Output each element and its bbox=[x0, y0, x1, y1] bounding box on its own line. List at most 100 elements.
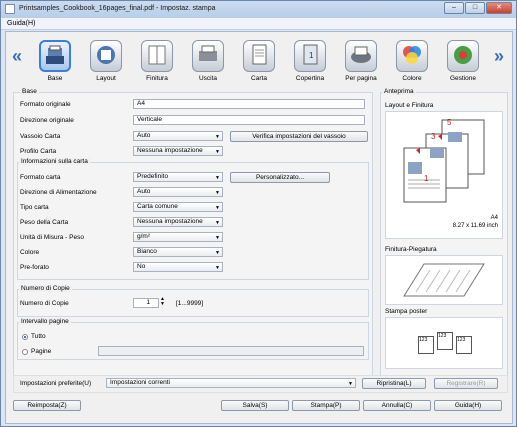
scroll-right-arrow[interactable]: » bbox=[494, 46, 504, 67]
copertina-icon: 1 bbox=[294, 40, 326, 72]
ripristina-button[interactable]: Ripristina(L) bbox=[362, 378, 426, 389]
pagine-field[interactable] bbox=[98, 346, 364, 356]
profilo-carta-select[interactable]: Nessuna impostazione ▼ bbox=[133, 146, 223, 156]
colore-select[interactable]: Bianco ▼ bbox=[133, 247, 223, 257]
direzione-alimentazione-select[interactable]: Auto ▼ bbox=[133, 187, 223, 197]
finitura-piegatura-title: Finitura-Piegatura bbox=[385, 246, 437, 253]
vassoio-carta-select[interactable]: Auto ▼ bbox=[133, 131, 223, 141]
direzione-alimentazione-value: Auto bbox=[137, 188, 151, 195]
tab-gestione[interactable]: Gestione bbox=[441, 38, 485, 86]
paper-dimensions: 8.27 x 11.69 inch bbox=[452, 223, 498, 229]
numero-copie-field[interactable]: 1 bbox=[133, 298, 159, 308]
numero-copie-label: Numero di Copie bbox=[20, 300, 69, 307]
unita-misura-select[interactable]: g/m² ▼ bbox=[133, 232, 223, 242]
paper-size: A4 bbox=[490, 215, 498, 221]
formato-carta-value: Predefinito bbox=[137, 173, 169, 180]
app-icon bbox=[5, 4, 15, 14]
tab-gestione-label: Gestione bbox=[449, 75, 477, 82]
peso-carta-select[interactable]: Nessuna impostazione ▼ bbox=[133, 217, 223, 227]
layout-preview: 5 3 1 A4 8.27 x 11.69 inch bbox=[385, 111, 503, 239]
direzione-originale-field[interactable]: Verticale bbox=[133, 115, 365, 125]
copie-range: [1...9999] bbox=[176, 300, 204, 307]
vassoio-carta-label: Vassoio Carta bbox=[20, 133, 61, 140]
formato-originale-field[interactable]: A4 bbox=[133, 99, 365, 109]
poster-tile: 123 bbox=[418, 336, 434, 354]
chevron-down-icon: ▼ bbox=[215, 175, 220, 181]
colore-value: Bianco bbox=[137, 248, 157, 255]
tab-per-pagina[interactable]: Per pagina bbox=[339, 38, 383, 86]
print-settings-window: Printsamples_Cookbook_16pages_final.pdf … bbox=[0, 0, 517, 427]
salva-button[interactable]: Salva(S) bbox=[221, 400, 289, 411]
vassoio-carta-value: Auto bbox=[137, 132, 151, 139]
chevron-down-icon: ▼ bbox=[215, 205, 220, 211]
scroll-left-arrow[interactable]: « bbox=[12, 46, 22, 67]
chevron-down-icon: ▼ bbox=[215, 250, 220, 256]
finitura-icon bbox=[141, 40, 173, 72]
poster-tile: 123 bbox=[437, 332, 453, 350]
reimposta-button[interactable]: Reimposta(Z) bbox=[13, 400, 81, 411]
minimize-button[interactable]: – bbox=[444, 2, 464, 14]
tab-uscita[interactable]: Uscita bbox=[186, 38, 230, 86]
base-legend: Base bbox=[20, 88, 39, 95]
verifica-vassoio-button[interactable]: Verifica impostazioni del vassoio bbox=[230, 131, 368, 142]
chevron-down-icon: ▼ bbox=[215, 265, 220, 271]
poster-preview: 123 123 123 bbox=[385, 317, 503, 369]
gestione-icon bbox=[447, 40, 479, 72]
poster-tile: 123 bbox=[456, 336, 472, 354]
tab-bar: « » Base Layout Finitura Uscita Carta 1 … bbox=[6, 36, 512, 86]
uscita-icon bbox=[192, 40, 224, 72]
annulla-button[interactable]: Annulla(C) bbox=[363, 400, 431, 411]
layout-finitura-title: Layout e Finitura bbox=[385, 102, 434, 109]
impostazioni-preferite-select[interactable]: Impostazioni correnti ▼ bbox=[106, 378, 356, 388]
tipo-carta-value: Carta comune bbox=[137, 203, 178, 210]
profilo-carta-value: Nessuna impostazione bbox=[137, 147, 203, 154]
tab-colore[interactable]: Colore bbox=[390, 38, 434, 86]
copie-spinner[interactable]: ▲ ▼ bbox=[160, 297, 165, 307]
chevron-down-icon: ▼ bbox=[215, 235, 220, 241]
formato-carta-label: Formato carta bbox=[20, 174, 61, 181]
pre-forato-value: No bbox=[137, 263, 146, 270]
tab-finitura[interactable]: Finitura bbox=[135, 38, 179, 86]
layout-icon bbox=[90, 40, 122, 72]
colore-label: Colore bbox=[20, 249, 40, 256]
chevron-down-icon: ▼ bbox=[215, 149, 220, 155]
formato-carta-select[interactable]: Predefinito ▼ bbox=[133, 172, 223, 182]
chevron-down-icon: ▼ bbox=[215, 190, 220, 196]
pre-forato-select[interactable]: No ▼ bbox=[133, 262, 223, 272]
registrare-button[interactable]: Registrare(R) bbox=[434, 378, 498, 389]
pagine-radio[interactable] bbox=[22, 349, 28, 355]
menu-bar: Guida(H) bbox=[1, 18, 516, 30]
close-button[interactable]: ✕ bbox=[486, 2, 512, 14]
impostazioni-preferite-label: Impostazioni preferite(U) bbox=[20, 380, 92, 387]
tipo-carta-label: Tipo carta bbox=[20, 204, 49, 211]
page-number-3: 3 bbox=[431, 132, 436, 141]
guida-button[interactable]: Guida(H) bbox=[434, 400, 502, 411]
chevron-down-icon: ▼ bbox=[215, 220, 220, 226]
unita-misura-value: g/m² bbox=[137, 233, 150, 240]
tipo-carta-select[interactable]: Carta comune ▼ bbox=[133, 202, 223, 212]
folding-preview-icon bbox=[403, 263, 485, 297]
direzione-originale-label: Direzione originale bbox=[20, 117, 74, 124]
tab-copertina[interactable]: 1 Copertina bbox=[288, 38, 332, 86]
base-icon bbox=[39, 40, 71, 72]
tab-base[interactable]: Base bbox=[33, 38, 77, 86]
carta-icon bbox=[243, 40, 275, 72]
tab-carta[interactable]: Carta bbox=[237, 38, 281, 86]
stampa-button[interactable]: Stampa(P) bbox=[292, 400, 360, 411]
colore-icon bbox=[396, 40, 428, 72]
menu-guida[interactable]: Guida(H) bbox=[7, 20, 35, 27]
maximize-button[interactable]: □ bbox=[465, 2, 485, 14]
page-number-1: 1 bbox=[424, 174, 429, 183]
impostazioni-preferite-value: Impostazioni correnti bbox=[110, 379, 170, 386]
layout-preview-pages bbox=[403, 119, 485, 203]
profilo-carta-label: Profilo Carta bbox=[20, 148, 57, 155]
personalizzato-button[interactable]: Personalizzato... bbox=[230, 172, 330, 183]
peso-carta-label: Peso della Carta bbox=[20, 219, 69, 226]
tab-layout[interactable]: Layout bbox=[84, 38, 128, 86]
per-pagina-icon bbox=[345, 40, 377, 72]
title-bar[interactable]: Printsamples_Cookbook_16pages_final.pdf … bbox=[1, 1, 516, 18]
finitura-preview bbox=[385, 255, 503, 305]
peso-carta-value: Nessuna impostazione bbox=[137, 218, 203, 225]
tutto-radio[interactable] bbox=[22, 334, 28, 340]
chevron-down-icon: ▼ bbox=[348, 381, 353, 387]
